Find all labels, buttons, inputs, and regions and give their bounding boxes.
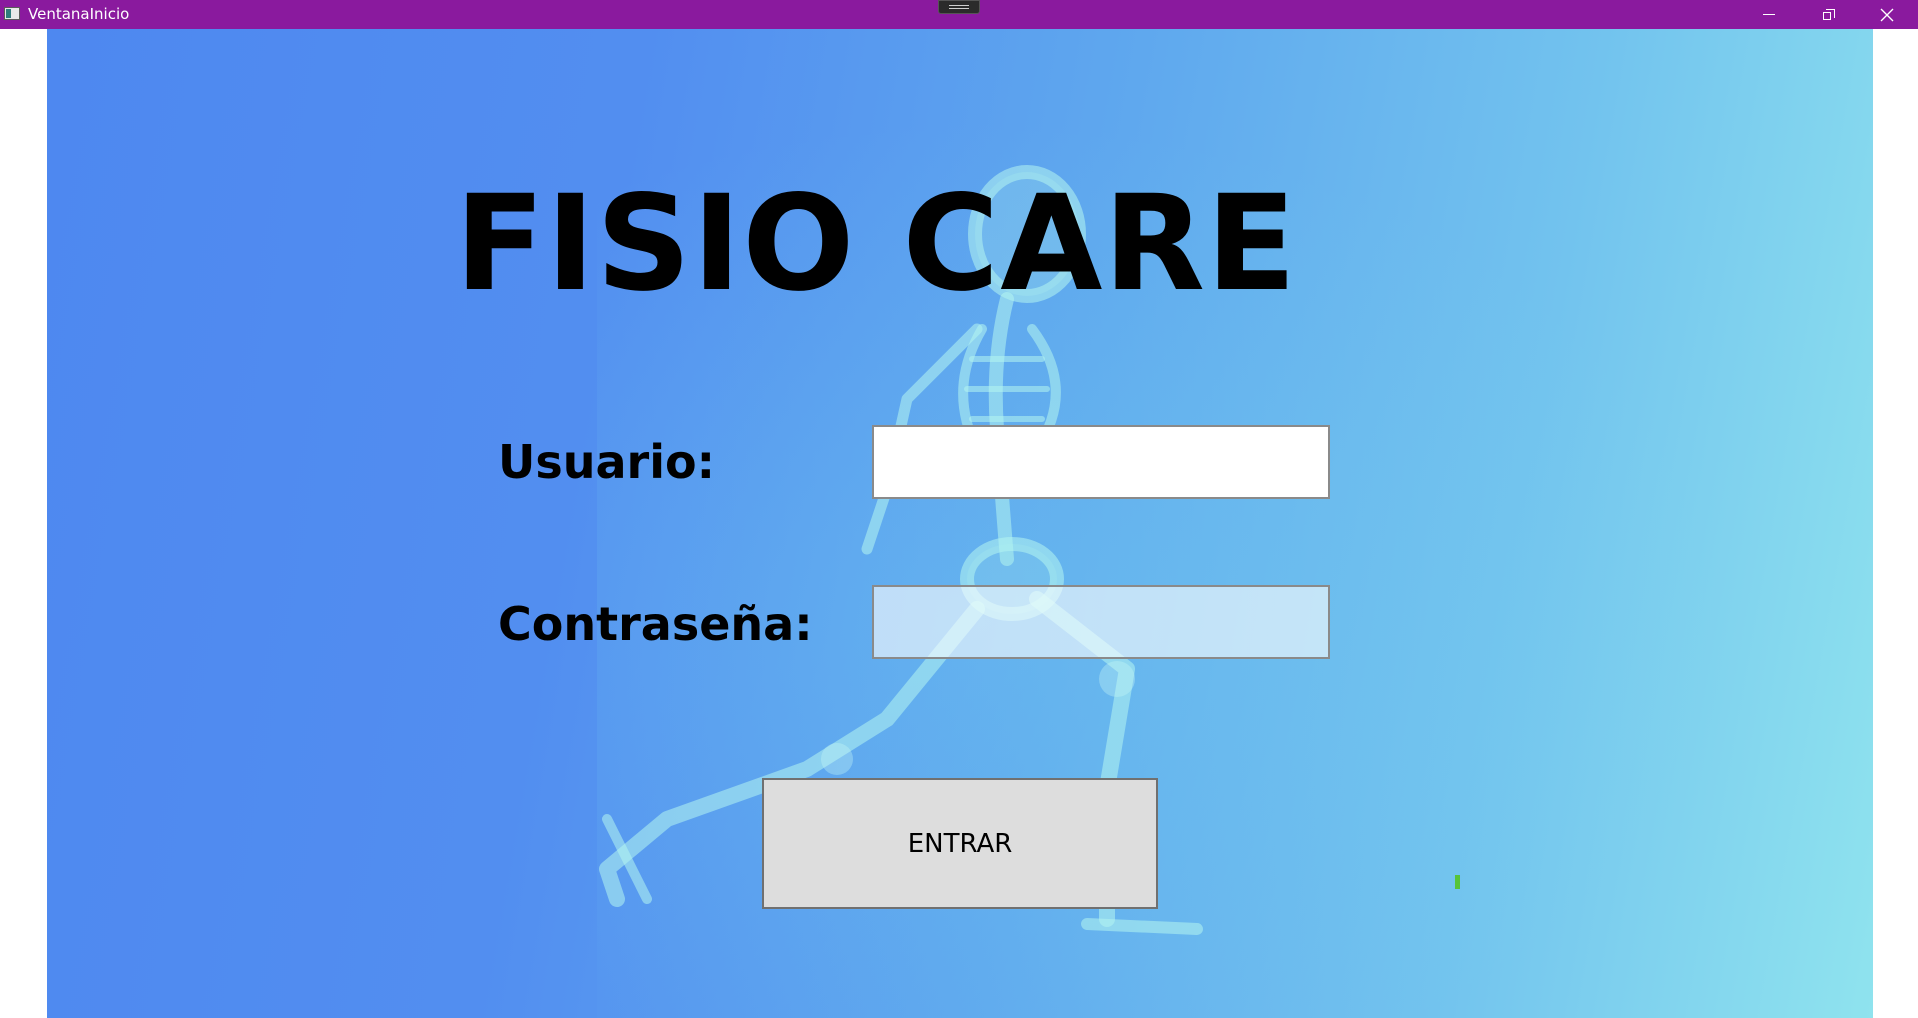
login-content: FISIO CARE Usuario: Contraseña: ENTRAR	[47, 29, 1873, 1018]
app-title: FISIO CARE	[454, 167, 1298, 321]
password-input[interactable]	[872, 585, 1330, 659]
enter-button-label: ENTRAR	[907, 828, 1013, 859]
cursor-marker	[1455, 875, 1460, 889]
restore-button[interactable]	[1800, 0, 1858, 29]
username-input[interactable]	[872, 425, 1330, 499]
login-window: VentanaInicio FISIO CARE Usuario: Contra…	[0, 0, 1918, 1018]
restore-icon	[1823, 8, 1835, 21]
app-icon	[4, 7, 20, 20]
close-button[interactable]	[1858, 0, 1916, 29]
username-label: Usuario:	[498, 435, 715, 489]
drag-handle-icon[interactable]	[938, 0, 980, 14]
minimize-button[interactable]	[1740, 0, 1798, 29]
close-icon	[1880, 8, 1894, 21]
window-title: VentanaInicio	[28, 5, 130, 23]
enter-button[interactable]: ENTRAR	[762, 778, 1158, 909]
title-bar[interactable]: VentanaInicio	[0, 0, 1918, 29]
minimize-icon	[1763, 14, 1775, 15]
password-label: Contraseña:	[498, 597, 813, 651]
